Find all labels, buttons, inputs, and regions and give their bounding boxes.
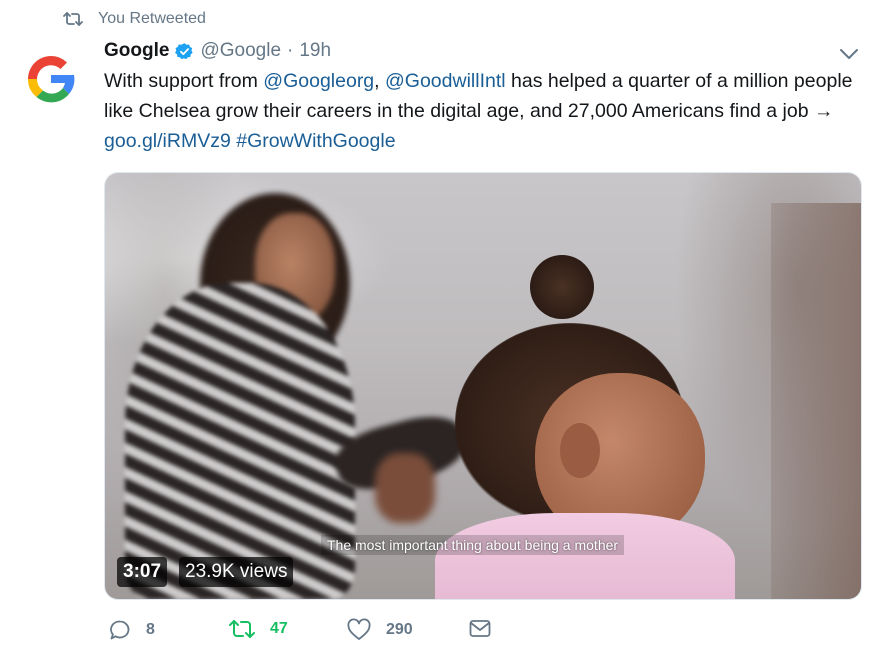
tweet-text-part: With support from (104, 70, 264, 92)
retweet-count: 47 (270, 620, 288, 637)
mention-googleorg[interactable]: @Googleorg (263, 70, 374, 92)
hashtag-growwithgoogle[interactable]: #GrowWithGoogle (236, 130, 395, 152)
retweet-button[interactable]: 47 (228, 618, 288, 640)
video-caption: The most important thing about being a m… (321, 535, 625, 555)
tweet-text: With support from @Googleorg, @GoodwillI… (104, 66, 854, 156)
google-g-logo-icon (16, 44, 86, 114)
video-wall-right (771, 203, 861, 599)
video-girl-bun (530, 255, 594, 319)
retweet-context: You Retweeted (62, 10, 206, 28)
mention-goodwillintl[interactable]: @GoodwillIntl (385, 70, 506, 92)
retweet-icon (62, 11, 84, 27)
reply-count: 8 (146, 621, 155, 638)
video-woman-hand (375, 453, 435, 523)
author-handle[interactable]: @Google (200, 40, 281, 62)
like-button[interactable]: 290 (346, 618, 413, 642)
tweet-timestamp[interactable]: 19h (299, 40, 331, 62)
retweet-icon (228, 618, 256, 640)
like-count: 290 (386, 621, 413, 638)
video-views-badge: 23.9K views (179, 557, 294, 587)
tweet-link[interactable]: goo.gl/iRMVz9 (104, 130, 231, 152)
video-duration-badge: 3:07 (117, 557, 168, 587)
verified-badge-icon (175, 42, 194, 61)
author-name[interactable]: Google (104, 40, 169, 62)
separator-dot: · (287, 40, 294, 61)
video-girl-shirt (435, 513, 735, 599)
avatar[interactable] (16, 44, 86, 114)
tweet-header: Google @Google · 19h (104, 40, 331, 62)
video-girl-ear (560, 423, 600, 478)
envelope-icon (468, 618, 492, 640)
reply-button[interactable]: 8 (108, 618, 155, 642)
reply-icon (108, 618, 132, 642)
direct-message-button[interactable] (468, 618, 492, 640)
tweet-actions: 8 47 290 (108, 618, 508, 646)
tweet-text-part: , (374, 70, 385, 92)
retweet-context-label: You Retweeted (98, 10, 206, 27)
video-player[interactable]: The most important thing about being a m… (104, 172, 862, 600)
chevron-down-icon[interactable] (838, 46, 860, 62)
heart-icon (346, 618, 372, 642)
